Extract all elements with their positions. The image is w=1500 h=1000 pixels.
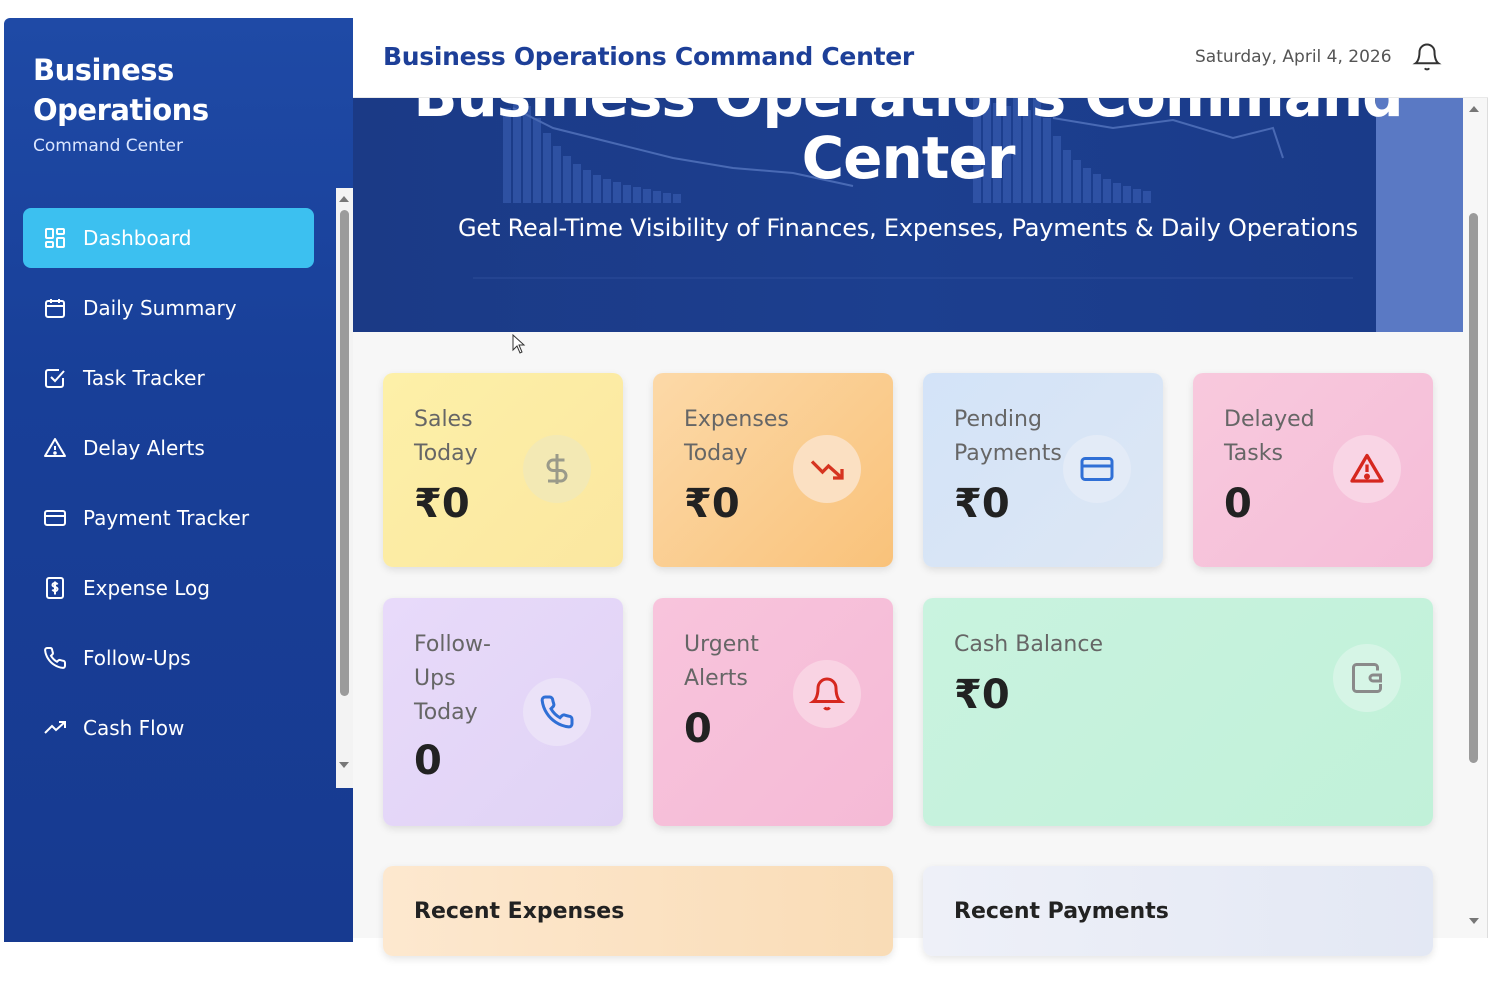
card-value: ₹0 <box>414 481 470 527</box>
current-date: Saturday, April 4, 2026 <box>1195 47 1392 67</box>
card-label-line: Delayed <box>1224 407 1315 432</box>
card-label: Delayed Tasks <box>1224 403 1315 471</box>
card-label-line: Sales <box>414 407 473 432</box>
card-label-line: Follow- <box>414 632 491 657</box>
section-title: Recent Expenses <box>414 899 625 924</box>
trend-up-icon <box>43 716 67 740</box>
main-scrollbar[interactable] <box>1463 98 1485 938</box>
pending-payments-card[interactable]: Pending Payments ₹0 <box>923 373 1163 567</box>
recent-expenses-panel: Recent Expenses <box>383 866 893 956</box>
sidebar-item-label: Follow-Ups <box>83 646 191 670</box>
card-label-line: Tasks <box>1224 441 1283 466</box>
dollar-receipt-icon <box>43 576 67 600</box>
sidebar-nav: Dashboard Daily Summary Task Tracker Del… <box>23 208 314 768</box>
card-label-line: Payments <box>954 441 1062 466</box>
expenses-today-card[interactable]: Expenses Today ₹0 <box>653 373 893 567</box>
phone-icon <box>43 646 67 670</box>
top-bar: Business Operations Command Center Satur… <box>353 18 1488 98</box>
card-label-line: Today <box>684 441 748 466</box>
app-window: Business Operations Command Center Dashb… <box>0 0 1500 1000</box>
card-label-line: Today <box>414 441 478 466</box>
credit-card-icon <box>43 506 67 530</box>
sidebar-item-label: Task Tracker <box>83 366 205 390</box>
card-label-line: Urgent <box>684 632 759 657</box>
phone-icon <box>523 678 591 746</box>
card-value: ₹0 <box>684 481 740 527</box>
card-value: 0 <box>414 738 442 784</box>
calendar-icon <box>43 296 67 320</box>
brand-title: Business Operations <box>33 53 209 127</box>
sidebar-item-label: Cash Flow <box>83 716 185 740</box>
sidebar-item-label: Daily Summary <box>83 296 237 320</box>
section-title: Recent Payments <box>954 899 1169 924</box>
scroll-down-arrow-icon[interactable] <box>339 762 349 768</box>
warning-icon <box>43 436 67 460</box>
sidebar-scrollbar[interactable] <box>336 188 353 788</box>
card-label-line: Alerts <box>684 666 748 691</box>
sidebar-item-follow-ups[interactable]: Follow-Ups <box>23 628 314 688</box>
sidebar-item-delay-alerts[interactable]: Delay Alerts <box>23 418 314 478</box>
card-label-line: Expenses <box>684 407 789 432</box>
sidebar-item-label: Expense Log <box>83 576 210 600</box>
alert-triangle-icon <box>1333 435 1401 503</box>
scroll-up-arrow-icon[interactable] <box>339 196 349 202</box>
card-label: Expenses Today <box>684 403 789 471</box>
wallet-icon <box>1333 644 1401 712</box>
card-value: ₹0 <box>954 481 1010 527</box>
mouse-cursor-icon <box>512 334 526 354</box>
sidebar-item-label: Payment Tracker <box>83 506 250 530</box>
card-label-line: Pending <box>954 407 1042 432</box>
delayed-tasks-card[interactable]: Delayed Tasks 0 <box>1193 373 1433 567</box>
card-label-line: Ups <box>414 666 456 691</box>
hero-subtitle: Get Real-Time Visibility of Finances, Ex… <box>458 214 1358 242</box>
sidebar: Business Operations Command Center Dashb… <box>4 18 353 942</box>
card-value: ₹0 <box>954 672 1010 718</box>
sidebar-item-daily-summary[interactable]: Daily Summary <box>23 278 314 338</box>
urgent-alerts-card[interactable]: Urgent Alerts 0 <box>653 598 893 826</box>
brand: Business Operations Command Center <box>33 50 293 156</box>
brand-subtitle: Command Center <box>33 136 183 156</box>
sidebar-scroll-thumb[interactable] <box>340 210 349 696</box>
follow-ups-today-card[interactable]: Follow- Ups Today 0 <box>383 598 623 826</box>
dollar-icon <box>523 435 591 503</box>
cash-balance-card[interactable]: Cash Balance ₹0 <box>923 598 1433 826</box>
card-label: Pending Payments <box>954 403 1062 471</box>
scroll-down-arrow-icon[interactable] <box>1469 918 1479 924</box>
card-value: 0 <box>1224 481 1252 527</box>
trend-down-icon <box>793 435 861 503</box>
card-label: Cash Balance <box>954 632 1103 657</box>
hero-banner: Business Operations Command Center Get R… <box>353 98 1463 332</box>
main-content: Business Operations Command Center Satur… <box>353 18 1488 956</box>
page-title: Business Operations Command Center <box>383 42 914 71</box>
sidebar-item-payment-tracker[interactable]: Payment Tracker <box>23 488 314 548</box>
recent-payments-panel: Recent Payments <box>923 866 1433 956</box>
notification-bell-icon[interactable] <box>1412 42 1442 72</box>
sidebar-item-task-tracker[interactable]: Task Tracker <box>23 348 314 408</box>
credit-card-icon <box>1063 435 1131 503</box>
card-label: Follow- Ups Today <box>414 628 491 730</box>
hero-title-line2: Center <box>801 124 1016 192</box>
card-label-line: Today <box>414 700 478 725</box>
card-label: Sales Today <box>414 403 478 471</box>
sidebar-item-cash-flow[interactable]: Cash Flow <box>23 698 314 758</box>
card-value: 0 <box>684 706 712 752</box>
grid-icon <box>43 226 67 250</box>
sidebar-item-dashboard[interactable]: Dashboard <box>23 208 314 268</box>
card-label: Urgent Alerts <box>684 628 759 696</box>
sidebar-item-expense-log[interactable]: Expense Log <box>23 558 314 618</box>
scroll-up-arrow-icon[interactable] <box>1469 106 1479 112</box>
main-scroll-thumb[interactable] <box>1469 213 1478 763</box>
sales-today-card[interactable]: Sales Today ₹0 <box>383 373 623 567</box>
sidebar-item-label: Dashboard <box>83 226 192 250</box>
bell-icon <box>793 660 861 728</box>
sidebar-item-label: Delay Alerts <box>83 436 205 460</box>
checkbox-icon <box>43 366 67 390</box>
